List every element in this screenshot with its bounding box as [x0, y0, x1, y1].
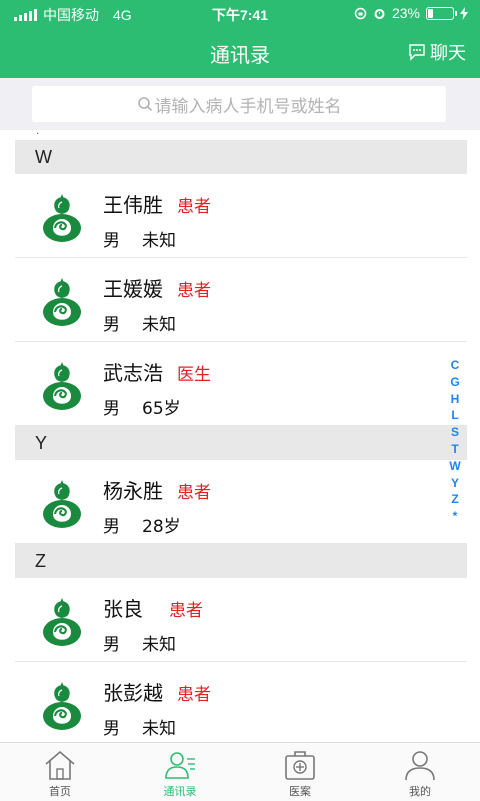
contact-gender: 男: [103, 315, 120, 335]
contact-info: 男 65岁: [103, 394, 203, 419]
index-letter[interactable]: W: [449, 458, 460, 475]
alarm-icon: [374, 8, 385, 19]
chat-icon: [409, 44, 425, 61]
avatar-logo-icon: [41, 682, 83, 730]
nav-bar: 通讯录 聊天: [0, 26, 480, 78]
tab-contacts-label: 通讯录: [163, 785, 197, 798]
rotation-lock-icon: [354, 7, 367, 19]
contact-info: 男 未知: [103, 714, 198, 739]
contact-name: 王伟胜: [103, 193, 163, 217]
index-letter[interactable]: Y: [451, 475, 459, 492]
avatar-logo-icon: [41, 598, 83, 646]
avatar-logo-icon: [41, 480, 83, 528]
contact-name: 王媛媛: [103, 277, 163, 301]
contact-row[interactable]: 张良 患者男 未知: [15, 578, 467, 662]
status-bar: 中国移动 4G 下午7:41 23%: [0, 0, 480, 26]
search-placeholder: 请输入病人手机号或姓名: [154, 96, 342, 117]
chat-label: 聊天: [430, 43, 466, 64]
tab-cases-label: 医案: [289, 785, 311, 798]
section-header-z: Z: [15, 544, 467, 578]
contact-role-badge: 患者: [177, 281, 211, 301]
contact-role-badge: 患者: [177, 483, 211, 503]
profile-icon: [405, 751, 435, 781]
contact-gender: 男: [103, 635, 120, 655]
contact-age: 65岁: [142, 399, 181, 419]
index-letter[interactable]: C: [451, 357, 460, 374]
contact-gender: 男: [103, 399, 120, 419]
index-letter[interactable]: L: [451, 407, 458, 424]
contact-name: 武志浩: [103, 361, 163, 385]
alphabet-index[interactable]: C G H L S T W Y Z *: [448, 357, 462, 525]
index-letter[interactable]: *: [453, 508, 458, 525]
contact-name: 张良: [103, 597, 143, 621]
index-letter[interactable]: H: [451, 391, 460, 408]
contact-gender: 男: [103, 231, 120, 251]
search-input[interactable]: 请输入病人手机号或姓名: [32, 86, 446, 122]
section-header-y: Y: [15, 426, 467, 460]
contact-role-badge: 医生: [177, 365, 211, 385]
avatar-logo-icon: [41, 278, 83, 326]
status-right: 23%: [354, 5, 468, 21]
charging-icon: [460, 6, 468, 20]
tab-home-label: 首页: [49, 785, 71, 798]
section-header-w: W: [15, 140, 467, 174]
contact-name: 杨永胜: [103, 479, 163, 503]
section-dot: .: [36, 130, 40, 137]
contact-gender: 男: [103, 719, 120, 739]
contact-info: 男 未知: [103, 226, 198, 251]
contact-info: 男 未知: [103, 310, 198, 335]
avatar-logo-icon: [41, 362, 83, 410]
contact-role-badge: 患者: [169, 601, 203, 621]
contact-age: 未知: [142, 315, 176, 335]
tab-bar: 首页 通讯录 医案 我的: [0, 742, 480, 801]
contacts-icon: [165, 752, 195, 779]
index-letter[interactable]: S: [451, 424, 459, 441]
contact-info: 男 未知: [103, 630, 198, 655]
contact-age: 28岁: [142, 517, 181, 537]
search-area: 请输入病人手机号或姓名: [0, 78, 480, 130]
index-letter[interactable]: Z: [451, 491, 458, 508]
contact-row[interactable]: 杨永胜 患者男 28岁: [15, 460, 467, 544]
search-icon: [137, 97, 152, 112]
chat-button[interactable]: 聊天: [408, 39, 466, 65]
contact-row[interactable]: 张彭越 患者男 未知: [15, 662, 467, 742]
contact-age: 未知: [142, 231, 176, 251]
index-letter[interactable]: G: [450, 374, 459, 391]
battery-icon: [426, 6, 457, 20]
contact-row[interactable]: 武志浩 医生男 65岁: [15, 342, 467, 426]
avatar-logo-icon: [41, 194, 83, 242]
tab-home[interactable]: 首页: [0, 743, 120, 801]
medical-case-icon: [285, 751, 315, 780]
tab-profile[interactable]: 我的: [360, 743, 480, 801]
tab-profile-label: 我的: [409, 785, 431, 798]
contact-gender: 男: [103, 517, 120, 537]
home-icon: [45, 750, 75, 780]
tab-cases[interactable]: 医案: [240, 743, 360, 801]
index-letter[interactable]: T: [451, 441, 458, 458]
contact-role-badge: 患者: [177, 197, 211, 217]
contact-row[interactable]: 王媛媛 患者男 未知: [15, 258, 467, 342]
contact-name: 张彭越: [103, 681, 163, 705]
contact-info: 男 28岁: [103, 512, 203, 537]
contact-list[interactable]: . W 王伟胜 患者男未知 王媛媛 患者男未知 武志浩 医生男 65岁 Y 杨永胜 患者男 28岁 Z 张…: [15, 130, 467, 742]
tab-contacts[interactable]: 通讯录: [120, 743, 240, 801]
contact-age: 未知: [142, 635, 176, 655]
contact-row[interactable]: 王伟胜 患者男 未知: [15, 174, 467, 258]
contact-role-badge: 患者: [177, 685, 211, 705]
battery-percent: 23%: [391, 5, 420, 21]
contact-age: 未知: [142, 719, 176, 739]
